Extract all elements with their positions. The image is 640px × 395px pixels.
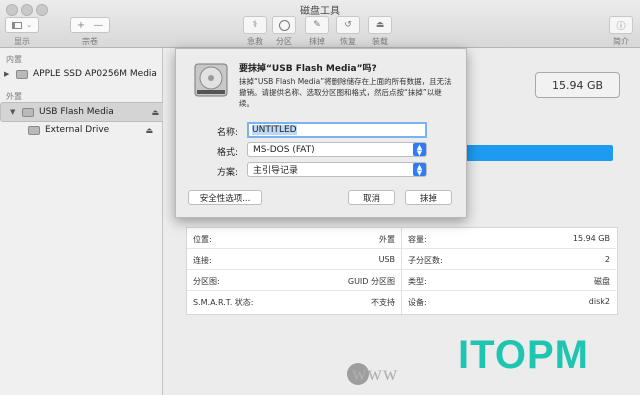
capacity-badge: 15.94 GB — [535, 72, 620, 98]
format-select[interactable]: MS-DOS (FAT) ▲ ▼ — [247, 142, 427, 157]
format-value: MS-DOS (FAT) — [253, 144, 315, 155]
watermark-brand: ITOPM — [458, 333, 589, 377]
dialog-description: 抹掉“USB Flash Media”将删除储存在上面的所有数据，且无法撤销。请… — [239, 77, 452, 108]
internal-disk-icon — [16, 69, 28, 79]
disk-utility-window: 磁盘工具 ⌄ 显示 + — 宗卷 ⚕ 急救 分区 ✎ 抹掉 ↺ 恢复 ⏏ 装载 … — [0, 0, 640, 395]
watermark-url: www — [352, 363, 399, 385]
updown-arrows-icon: ▲ ▼ — [413, 143, 426, 156]
info-table: 位置: 外置 连接: USB 分区图: GUID 分区图 S.M.A.R.T. 状态:… — [186, 227, 618, 315]
eject-icon[interactable]: ⏏ — [145, 126, 153, 135]
mount-label: 装载 — [372, 37, 388, 46]
view-label: 显示 — [14, 37, 30, 46]
remove-volume-button[interactable]: — — [93, 20, 103, 31]
info-cell: 子分区数: 2 — [402, 249, 616, 270]
mount-button[interactable]: ⏏ — [368, 16, 392, 34]
restore-button[interactable]: ↺ — [336, 16, 360, 34]
erase-label: 抹掉 — [309, 37, 325, 46]
info-cell: 类型: 磁盘 — [402, 270, 616, 291]
restore-label: 恢复 — [340, 37, 356, 46]
erase-confirm-button[interactable]: 抹掉 — [405, 190, 452, 205]
scheme-label: 方案: — [216, 168, 238, 178]
info-cell: 分区图: GUID 分区图 — [187, 270, 401, 291]
erase-icon: ✎ — [313, 20, 321, 30]
partition-label: 分区 — [276, 37, 292, 46]
info-cell: 连接: USB — [187, 249, 401, 270]
info-cell: 容量: 15.94 GB — [402, 228, 616, 249]
mount-icon: ⏏ — [375, 20, 385, 30]
external-section-label: 外置 — [6, 92, 22, 101]
volume-icon — [28, 125, 40, 135]
view-button[interactable]: ⌄ — [5, 17, 39, 33]
partition-button[interactable] — [272, 16, 296, 34]
eject-icon[interactable]: ⏏ — [151, 108, 159, 117]
erase-dialog: 要抹掉“USB Flash Media”吗? 抹掉“USB Flash Medi… — [175, 48, 467, 218]
security-options-button[interactable]: 安全性选项... — [188, 190, 262, 205]
first-aid-label: 急救 — [247, 37, 263, 46]
info-cell: S.M.A.R.T. 状态: 不支持 — [193, 298, 395, 307]
chevron-down-icon: ⌄ — [26, 21, 32, 29]
pie-icon — [278, 19, 290, 31]
sidebar-item-label: USB Flash Media — [39, 107, 114, 117]
sidebar-item-apple-ssd[interactable]: ▶ APPLE SSD AP0256M Media — [0, 65, 162, 83]
format-label: 格式: — [216, 148, 238, 158]
restore-icon: ↺ — [344, 20, 352, 30]
disclosure-triangle-open-icon[interactable]: ▼ — [10, 108, 22, 116]
disclosure-triangle-icon[interactable]: ▶ — [4, 70, 16, 78]
volume-buttons[interactable]: + — — [70, 17, 110, 33]
erase-button[interactable]: ✎ — [305, 16, 329, 34]
scheme-select[interactable]: 主引导记录 ▲ ▼ — [247, 162, 427, 177]
info-cell: 位置: 外置 — [187, 228, 401, 249]
updown-arrows-icon: ▲ ▼ — [413, 163, 426, 176]
dialog-title: 要抹掉“USB Flash Media”吗? — [239, 64, 377, 74]
sidebar-item-external-drive[interactable]: External Drive ⏏ — [0, 121, 162, 139]
add-volume-button[interactable]: + — [77, 20, 85, 31]
info-icon: ⓘ — [616, 21, 626, 32]
sidebar-item-label: APPLE SSD AP0256M Media — [33, 69, 157, 79]
sidebar: 内置 ▶ APPLE SSD AP0256M Media 外置 ▼ USB Fl… — [0, 48, 169, 395]
name-label: 名称: — [216, 128, 238, 138]
info-cell: 设备: disk2 — [408, 297, 610, 307]
name-input[interactable]: UNTITLED — [247, 122, 427, 138]
scheme-value: 主引导记录 — [253, 166, 299, 176]
info-button[interactable]: ⓘ — [609, 16, 633, 34]
sidebar-item-usb-flash-media[interactable]: ▼ USB Flash Media ⏏ — [0, 102, 169, 122]
first-aid-button[interactable]: ⚕ — [243, 16, 267, 34]
volume-label: 宗卷 — [82, 37, 98, 46]
window-title: 磁盘工具 — [300, 6, 340, 17]
info-label: 简介 — [613, 37, 629, 46]
hard-drive-icon — [194, 63, 228, 97]
usb-disk-icon — [22, 107, 34, 117]
internal-section-label: 内置 — [6, 55, 22, 64]
stethoscope-icon: ⚕ — [252, 20, 258, 30]
sidebar-item-label: External Drive — [45, 125, 110, 135]
sidebar-icon — [12, 21, 23, 29]
toolbar: 磁盘工具 ⌄ 显示 + — 宗卷 ⚕ 急救 分区 ✎ 抹掉 ↺ 恢复 ⏏ 装载 … — [0, 0, 640, 48]
cancel-button[interactable]: 取消 — [348, 190, 395, 205]
